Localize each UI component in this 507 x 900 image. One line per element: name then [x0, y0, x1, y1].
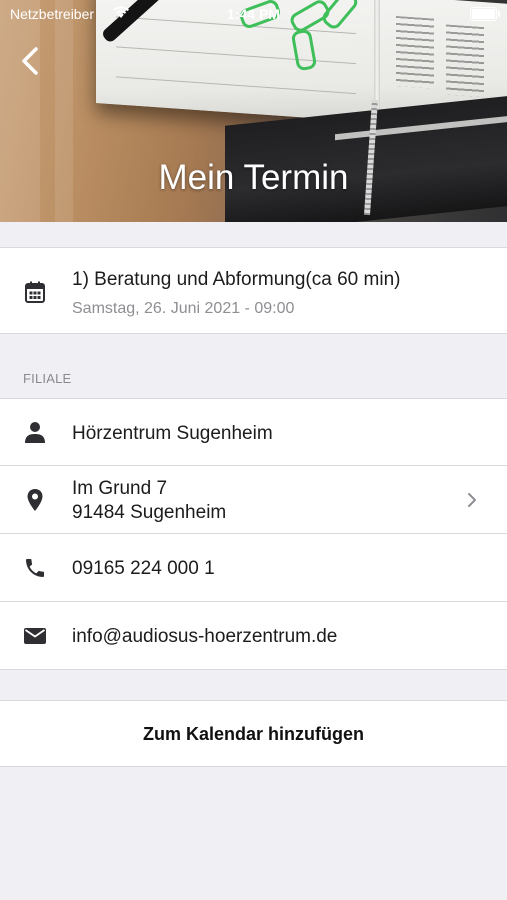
status-time: 1:44 PM [227, 6, 280, 22]
chevron-right-icon [468, 493, 476, 507]
mail-icon [24, 628, 46, 644]
notebook-line [116, 76, 356, 95]
header-image: Netzbetreiber 1:44 PM Mein Termin [0, 0, 507, 222]
add-to-calendar-button[interactable]: Zum Kalendar hinzufügen [0, 700, 507, 767]
branch-name: Hörzentrum Sugenheim [72, 423, 273, 444]
address-city: 91484 Sugenheim [72, 502, 227, 523]
branch-name-row: Hörzentrum Sugenheim [0, 398, 507, 466]
status-bar: Netzbetreiber 1:44 PM [0, 0, 507, 28]
phone-row[interactable]: 09165 224 000 1 [0, 534, 507, 602]
phone-number: 09165 224 000 1 [72, 558, 215, 579]
back-button[interactable] [18, 46, 42, 76]
section-header-branch: FILIALE [23, 371, 72, 386]
location-pin-icon [27, 489, 43, 511]
notebook-column [446, 24, 484, 98]
appointment-title: 1) Beratung und Abformung(ca 60 min) [72, 269, 401, 290]
battery-icon [470, 7, 500, 21]
binder-edge [335, 114, 507, 141]
appointment-row: 1) Beratung und Abformung(ca 60 min) Sam… [0, 247, 507, 334]
email-row[interactable]: info@audiosus-hoerzentrum.de [0, 602, 507, 670]
person-icon [25, 422, 45, 443]
appointment-date: Samstag, 26. Juni 2021 - 09:00 [72, 300, 295, 317]
notebook-line [116, 46, 356, 65]
address-row[interactable]: Im Grund 7 91484 Sugenheim [0, 466, 507, 534]
page-title: Mein Termin [158, 158, 349, 197]
phone-icon [26, 559, 44, 577]
email-address: info@audiosus-hoerzentrum.de [72, 626, 338, 647]
calendar-icon [25, 281, 45, 303]
address-street: Im Grund 7 [72, 478, 168, 499]
